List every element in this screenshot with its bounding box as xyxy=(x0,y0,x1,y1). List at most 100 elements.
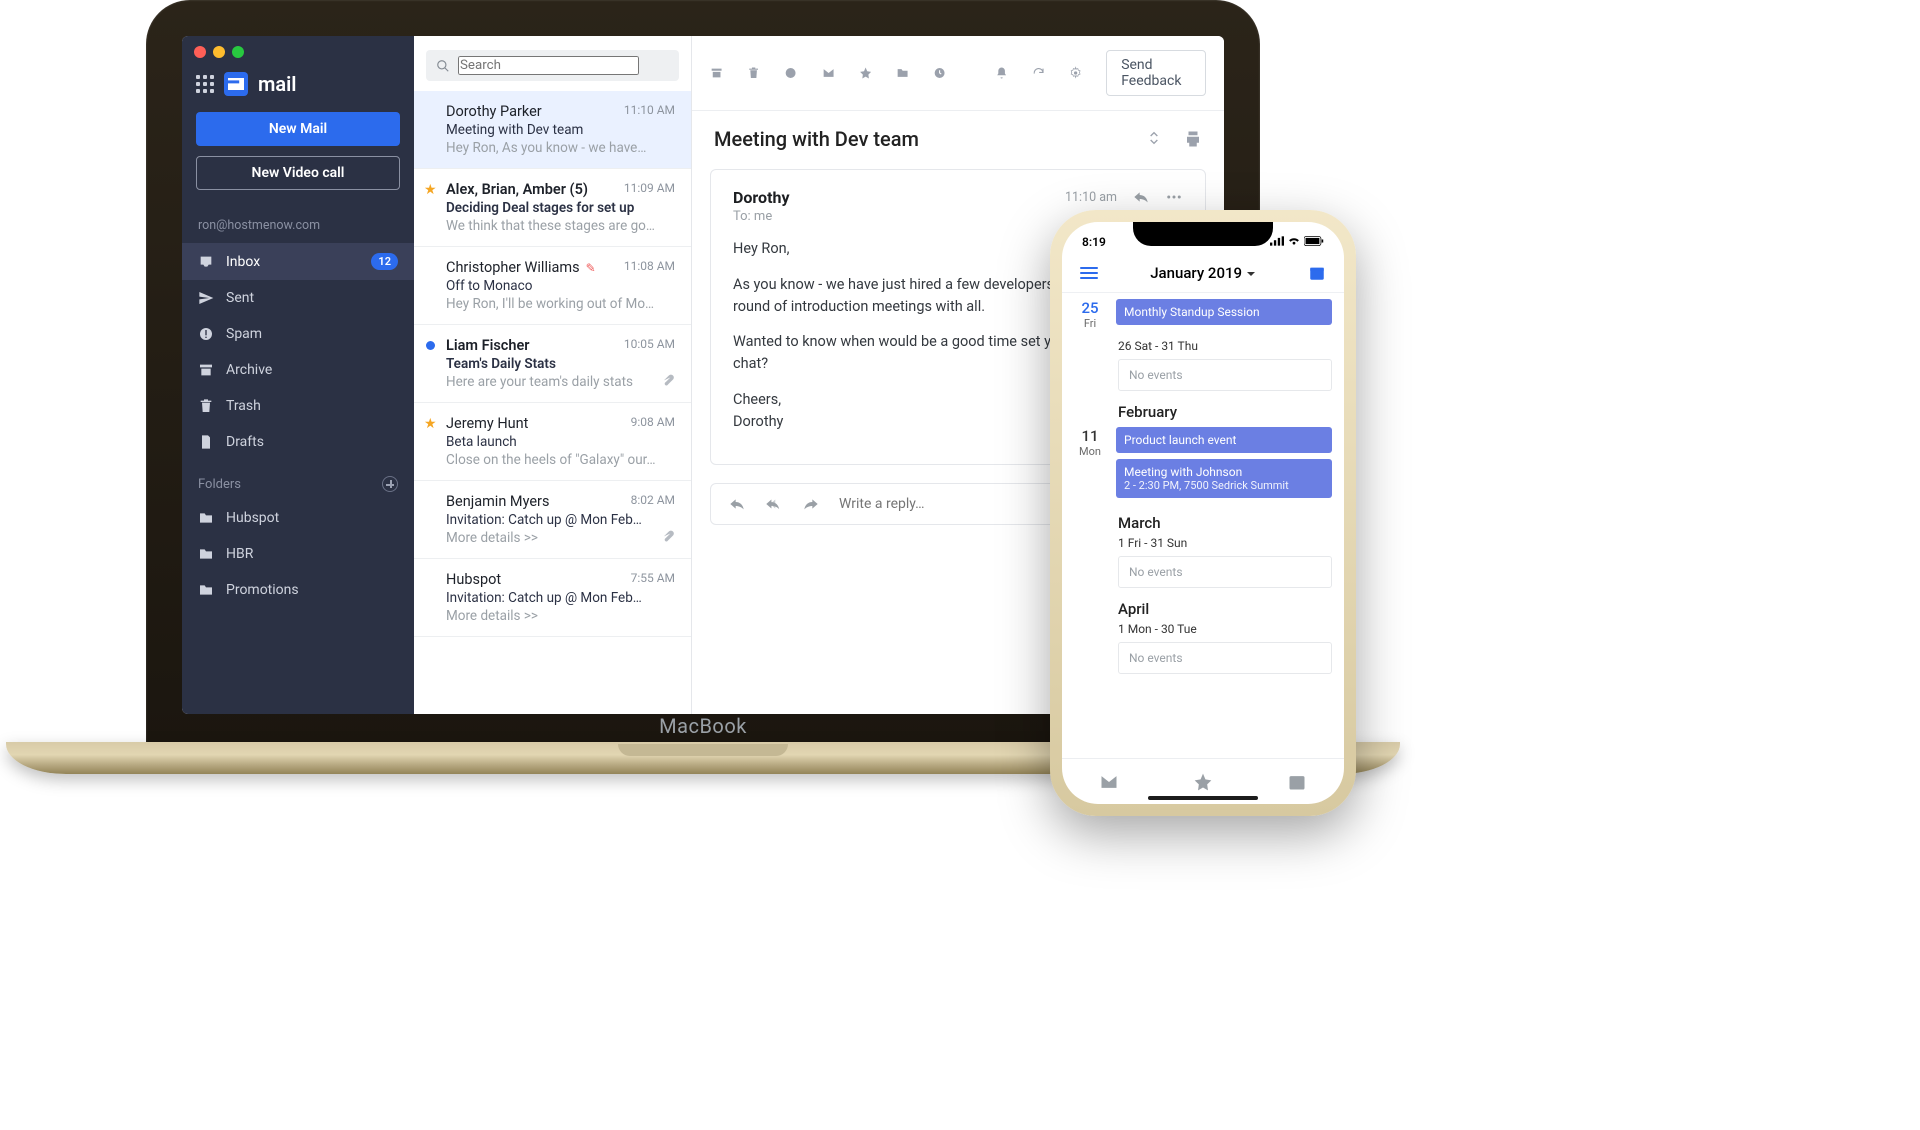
close-window-icon[interactable] xyxy=(194,46,206,58)
search-input[interactable] xyxy=(426,50,679,81)
archive-icon xyxy=(198,362,214,378)
no-events: No events xyxy=(1118,642,1332,674)
reader-time: 11:10 am xyxy=(1065,190,1117,205)
message-row[interactable]: ★ Jeremy Hunt 9:08 AM Beta launch Close … xyxy=(414,403,691,481)
window-traffic-lights xyxy=(182,36,414,64)
mail-tab-icon[interactable] xyxy=(1099,772,1119,792)
add-folder-icon[interactable] xyxy=(382,476,398,492)
folder-icon xyxy=(198,546,214,562)
chevron-down-icon xyxy=(1246,269,1256,279)
iphone-device: 8:19 January 2019 25Fri Monthly Standup … xyxy=(1050,210,1356,816)
reader-subject: Meeting with Dev team xyxy=(714,127,919,151)
message-subject: Invitation: Catch up @ Mon Feb… xyxy=(446,512,673,528)
message-row[interactable]: Benjamin Myers 8:02 AM Invitation: Catch… xyxy=(414,481,691,559)
calendar-tab-icon[interactable] xyxy=(1287,772,1307,792)
zoom-window-icon[interactable] xyxy=(232,46,244,58)
minimize-window-icon[interactable] xyxy=(213,46,225,58)
sidebar-item-label: Sent xyxy=(226,290,254,306)
expand-collapse-icon[interactable] xyxy=(1146,130,1162,146)
subject-row: Meeting with Dev team xyxy=(692,111,1224,161)
folder-icon xyxy=(198,582,214,598)
message-time: 8:02 AM xyxy=(631,493,675,507)
message-time: 9:08 AM xyxy=(631,415,675,429)
settings-icon[interactable] xyxy=(1069,64,1082,82)
event[interactable]: Product launch event xyxy=(1116,427,1332,453)
folder-promotions[interactable]: Promotions xyxy=(182,572,414,608)
signal-icon xyxy=(1270,236,1284,246)
message-row[interactable]: ★ Alex, Brian, Amber (5) 11:09 AM Decidi… xyxy=(414,169,691,247)
star-icon[interactable] xyxy=(859,64,872,82)
message-time: 10:05 AM xyxy=(624,337,675,351)
sidebar-item-label: Archive xyxy=(226,362,272,378)
wifi-icon xyxy=(1287,236,1301,246)
reply-all-icon[interactable] xyxy=(765,496,783,512)
new-video-call-button[interactable]: New Video call xyxy=(196,156,400,190)
message-row[interactable]: Christopher Williams✎ 11:08 AM Off to Mo… xyxy=(414,247,691,325)
menu-icon[interactable] xyxy=(1080,267,1098,279)
snooze-icon[interactable] xyxy=(933,64,946,82)
print-icon[interactable] xyxy=(1184,130,1202,148)
sidebar-item-archive[interactable]: Archive xyxy=(182,352,414,388)
sidebar-item-sent[interactable]: Sent xyxy=(182,280,414,316)
toolbar: Send Feedback xyxy=(692,36,1224,111)
calendar-header: January 2019 xyxy=(1062,254,1344,293)
message-time: 7:55 AM xyxy=(631,571,675,585)
sidebar-item-label: Promotions xyxy=(226,582,299,598)
calendar-icon[interactable] xyxy=(1308,264,1326,282)
new-mail-button[interactable]: New Mail xyxy=(196,112,400,146)
message-row[interactable]: Liam Fischer 10:05 AM Team's Daily Stats… xyxy=(414,325,691,403)
message-preview: Hey Ron, I'll be working out of Mo… xyxy=(446,296,673,312)
message-time: 11:10 AM xyxy=(624,103,675,117)
spam-icon xyxy=(198,326,214,342)
favorites-tab-icon[interactable] xyxy=(1193,772,1213,792)
message-row[interactable]: Dorothy Parker 11:10 AM Meeting with Dev… xyxy=(414,91,691,169)
reply-icon[interactable] xyxy=(729,496,745,512)
search-field[interactable] xyxy=(458,56,639,75)
mark-unread-icon[interactable] xyxy=(822,64,835,82)
sidebar-item-drafts[interactable]: Drafts xyxy=(182,424,414,460)
phone-notch xyxy=(1133,222,1273,246)
unread-dot-icon xyxy=(426,341,435,350)
battery-icon xyxy=(1304,236,1324,246)
home-indicator[interactable] xyxy=(1148,796,1258,800)
brand: mail xyxy=(182,64,414,112)
delete-icon[interactable] xyxy=(747,64,760,82)
forward-icon[interactable] xyxy=(803,496,819,512)
sidebar-item-inbox[interactable]: Inbox 12 xyxy=(182,243,414,280)
notifications-icon[interactable] xyxy=(995,64,1008,82)
calendar-body[interactable]: 25Fri Monthly Standup Session 26 Sat - 3… xyxy=(1062,293,1344,686)
message-preview: Here are your team's daily stats xyxy=(446,374,673,390)
folder-hubspot[interactable]: Hubspot xyxy=(182,500,414,536)
inbox-icon xyxy=(198,254,214,270)
reply-icon[interactable] xyxy=(1133,189,1149,205)
message-preview: We think that these stages are go… xyxy=(446,218,673,234)
month-heading: April xyxy=(1118,600,1332,618)
app-switcher-icon[interactable] xyxy=(196,75,214,93)
sidebar-item-label: Inbox xyxy=(226,254,260,270)
message-row[interactable]: Hubspot 7:55 AM Invitation: Catch up @ M… xyxy=(414,559,691,637)
date-range: 26 Sat - 31 Thu xyxy=(1118,339,1332,353)
trash-icon xyxy=(198,398,214,414)
archive-icon[interactable] xyxy=(710,64,723,82)
message-subject: Meeting with Dev team xyxy=(446,122,673,138)
month-title[interactable]: January 2019 xyxy=(1150,264,1256,282)
message-preview: Close on the heels of "Galaxy" our… xyxy=(446,452,673,468)
folder-hbr[interactable]: HBR xyxy=(182,536,414,572)
folder-icon xyxy=(198,510,214,526)
status-time: 8:19 xyxy=(1082,235,1106,249)
spam-icon[interactable] xyxy=(784,64,797,82)
message-subject: Beta launch xyxy=(446,434,673,450)
send-feedback-button[interactable]: Send Feedback xyxy=(1106,50,1206,96)
event[interactable]: Meeting with Johnson2 - 2:30 PM, 7500 Se… xyxy=(1116,459,1332,498)
sidebar-item-trash[interactable]: Trash xyxy=(182,388,414,424)
sidebar-item-spam[interactable]: Spam xyxy=(182,316,414,352)
star-icon[interactable]: ★ xyxy=(424,416,437,432)
event[interactable]: Monthly Standup Session xyxy=(1116,299,1332,325)
status-icons xyxy=(1270,235,1324,249)
more-icon[interactable] xyxy=(1165,188,1183,206)
refresh-icon[interactable] xyxy=(1032,64,1045,82)
move-to-folder-icon[interactable] xyxy=(896,64,909,82)
message-subject: Deciding Deal stages for set up xyxy=(446,200,673,216)
attachment-icon xyxy=(661,374,675,388)
star-icon[interactable]: ★ xyxy=(424,182,437,198)
